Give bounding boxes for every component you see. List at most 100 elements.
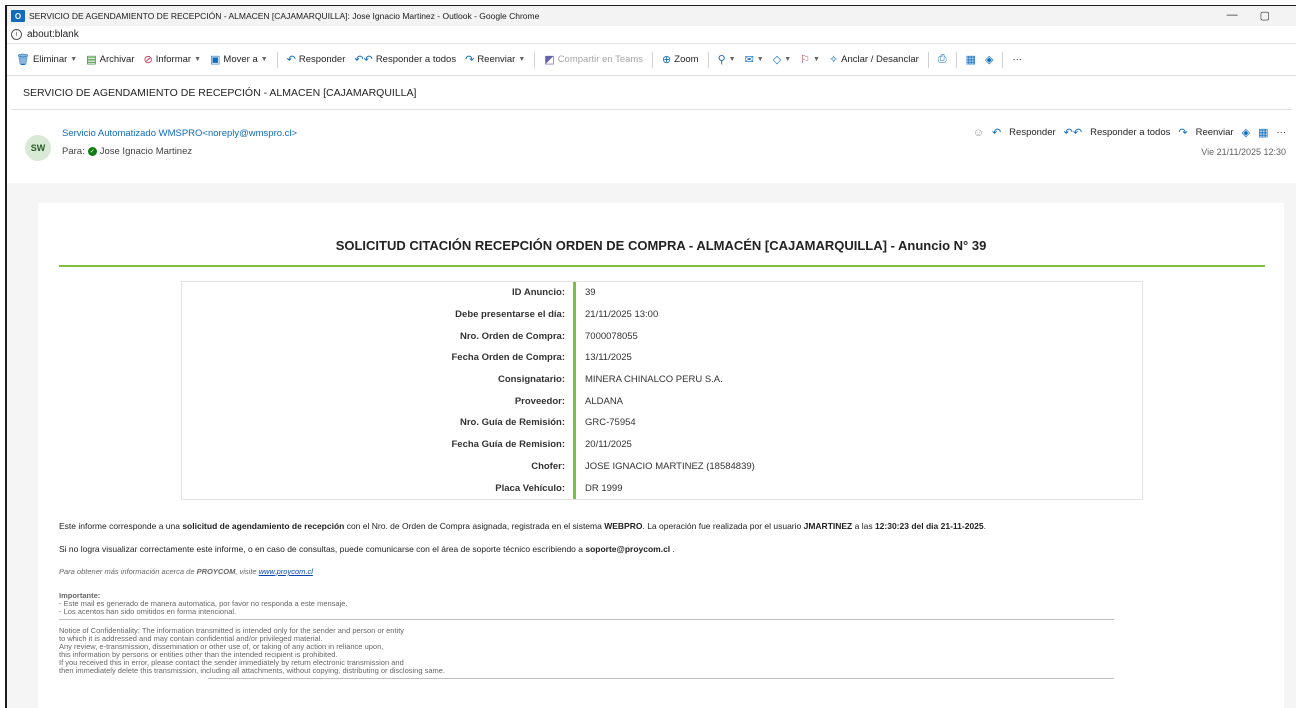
- reply-all-button[interactable]: Responder a todos: [1090, 127, 1170, 138]
- title-bar: O SERVICIO DE AGENDAMIENTO DE RECEPCIÓN …: [7, 6, 1296, 26]
- forward-icon: ↷: [465, 54, 475, 66]
- forward-icon[interactable]: ↷: [1178, 126, 1187, 139]
- table-row: Placa Vehículo: DR 1999: [182, 477, 1142, 499]
- message-actions: ☺ ↶ Responder ↶↶ Responder a todos ↷ Ree…: [973, 126, 1287, 140]
- reply-button[interactable]: ↶ Responder: [287, 53, 346, 66]
- window-title: SERVICIO DE AGENDAMIENTO DE RECEPCIÓN - …: [29, 11, 540, 21]
- zoom-icon: ⊕: [662, 54, 672, 66]
- pin-button[interactable]: ✧ Anclar / Desanclar: [829, 53, 919, 66]
- chevron-down-icon[interactable]: ▼: [729, 56, 736, 63]
- reply-all-button[interactable]: ↶↶ Responder a todos: [354, 53, 456, 66]
- print-button[interactable]: ⎙: [938, 53, 947, 66]
- forward-button[interactable]: Reenviar: [1196, 127, 1234, 138]
- reply-icon: ↶: [286, 54, 296, 66]
- table-row: Fecha Guía de Remision: 20/11/2025: [182, 433, 1142, 456]
- info-icon[interactable]: i: [11, 29, 22, 40]
- envelope-icon: ✉: [744, 54, 754, 66]
- tag-button[interactable]: ⚲ ▼: [718, 53, 736, 66]
- url-text[interactable]: about:blank: [27, 29, 79, 40]
- table-row: Fecha Orden de Compra: 13/11/2025: [182, 347, 1142, 369]
- folder-move-icon: ▣: [210, 54, 221, 66]
- important-line: - Los acentos han sido omitidos en forma…: [59, 607, 237, 616]
- proycom-link[interactable]: www.proycom.cl: [259, 567, 313, 576]
- report-button[interactable]: ⊘ Informar ▼: [143, 53, 201, 66]
- reply-all-icon: ↶↶: [354, 54, 373, 66]
- addin-icon: ◈: [985, 54, 994, 66]
- email-content-card: SOLICITUD CITACIÓN RECEPCIÓN ORDEN DE CO…: [38, 203, 1284, 708]
- minimize-icon[interactable]: —: [1227, 9, 1238, 22]
- categorize-button[interactable]: ◇ ▼: [773, 53, 791, 66]
- toolbar-divider: [276, 51, 278, 68]
- more-actions-button[interactable]: ···: [1277, 127, 1287, 138]
- mail-toolbar: 🗑 Eliminar ▼ ▤ Archivar ⊘ Informar ▼ ▣ Mover a…: [7, 44, 1296, 76]
- reply-button[interactable]: Responder: [1009, 127, 1055, 138]
- teams-icon: ◩: [544, 54, 555, 66]
- reply-all-icon[interactable]: ↶↶: [1064, 126, 1082, 139]
- category-icon: ◇: [772, 54, 782, 66]
- chevron-down-icon[interactable]: ▼: [518, 56, 525, 63]
- zoom-button[interactable]: ⊕ Zoom: [662, 53, 699, 66]
- table-row: ID Anuncio: 39: [182, 282, 1142, 304]
- message-date: Vie 21/11/2025 12:30: [1201, 147, 1286, 157]
- addin-icon[interactable]: ◈: [1242, 126, 1250, 139]
- outlook-icon: O: [11, 10, 25, 22]
- grid-icon: ▦: [965, 54, 976, 66]
- mark-read-button[interactable]: ✉ ▼: [745, 53, 764, 66]
- chevron-down-icon[interactable]: ▼: [784, 56, 791, 63]
- toolbar-divider: [955, 51, 957, 68]
- delete-button[interactable]: 🗑 Eliminar ▼: [16, 53, 77, 66]
- table-row: Nro. Orden de Compra: 7000078055: [182, 325, 1142, 348]
- email-subject: SERVICIO DE AGENDAMIENTO DE RECEPCIÓN - …: [11, 76, 1292, 110]
- browser-window: O SERVICIO DE AGENDAMIENTO DE RECEPCIÓN …: [5, 5, 1296, 708]
- trash-icon: 🗑: [16, 54, 30, 66]
- grid-icon[interactable]: ▦: [1258, 126, 1268, 139]
- chevron-down-icon[interactable]: ▼: [813, 56, 820, 63]
- toolbar-divider: [652, 51, 654, 68]
- tag-icon: ⚲: [717, 54, 726, 66]
- more-info-line: Para obtener más información acerca de P…: [59, 567, 313, 576]
- recipient-name[interactable]: Jose Ignacio Martinez: [100, 146, 192, 157]
- archive-icon: ▤: [86, 54, 97, 66]
- toolbar-divider: [707, 51, 709, 68]
- table-row: Consignatario: MINERA CHINALCO PERU S.A.: [182, 368, 1142, 391]
- chevron-down-icon[interactable]: ▼: [194, 56, 201, 63]
- title-divider: [59, 265, 1265, 267]
- archive-button[interactable]: ▤ Archivar: [86, 53, 134, 66]
- chevron-down-icon[interactable]: ▼: [261, 56, 268, 63]
- email-title: SOLICITUD CITACIÓN RECEPCIÓN ORDEN DE CO…: [335, 238, 987, 253]
- emoji-reaction-icon[interactable]: ☺: [973, 127, 984, 139]
- message-header: SW Servicio Automatizado WMSPRO<noreply@…: [7, 110, 1296, 182]
- sender-name[interactable]: Servicio Automatizado WMSPRO<noreply@wms…: [62, 128, 297, 139]
- share-teams-button[interactable]: ◩ Compartir en Teams: [544, 53, 643, 66]
- apps-button[interactable]: ▦: [966, 53, 976, 66]
- forward-button[interactable]: ↷ Reenviar ▼: [465, 53, 525, 66]
- toolbar-divider: [927, 51, 929, 68]
- table-row: Debe presentarse el día: 21/11/2025 13:00: [182, 303, 1142, 326]
- chevron-down-icon[interactable]: ▼: [70, 56, 77, 63]
- presence-check-icon: ✓: [87, 147, 97, 156]
- more-button[interactable]: ···: [1012, 54, 1022, 65]
- restore-icon[interactable]: ▢: [1260, 9, 1270, 22]
- section-divider: [208, 678, 1114, 679]
- shield-icon: ⊘: [143, 54, 153, 66]
- address-bar[interactable]: i about:blank: [7, 26, 1296, 44]
- table-row: Nro. Guía de Remisión: GRC-75954: [182, 412, 1142, 434]
- pin-icon: ✧: [828, 54, 839, 66]
- flag-button[interactable]: ⚐ ▼: [800, 53, 820, 66]
- report-description: Este informe corresponde a una solicitud…: [59, 521, 986, 531]
- details-table: ID Anuncio: 39 Debe presentarse el día: 21…: [181, 281, 1143, 500]
- addin-button[interactable]: ◈: [985, 53, 993, 66]
- notice-line: then immediately delete this transmissio…: [59, 666, 446, 675]
- window-controls: — ▢: [1227, 9, 1270, 22]
- chevron-down-icon[interactable]: ▼: [757, 56, 764, 63]
- table-row: Chofer: JOSE IGNACIO MARTINEZ (18584839): [182, 455, 1142, 478]
- flag-icon: ⚐: [800, 54, 810, 66]
- recipient-line: Para: ✓ Jose Ignacio Martinez: [62, 146, 192, 157]
- toolbar-divider: [1002, 51, 1004, 68]
- print-icon: ⎙: [937, 53, 947, 65]
- message-body-area: SOLICITUD CITACIÓN RECEPCIÓN ORDEN DE CO…: [7, 183, 1296, 708]
- reply-icon[interactable]: ↶: [992, 126, 1001, 139]
- support-contact: Si no logra visualizar correctamente est…: [59, 544, 675, 554]
- move-button[interactable]: ▣ Mover a ▼: [210, 53, 268, 66]
- avatar[interactable]: SW: [25, 135, 51, 161]
